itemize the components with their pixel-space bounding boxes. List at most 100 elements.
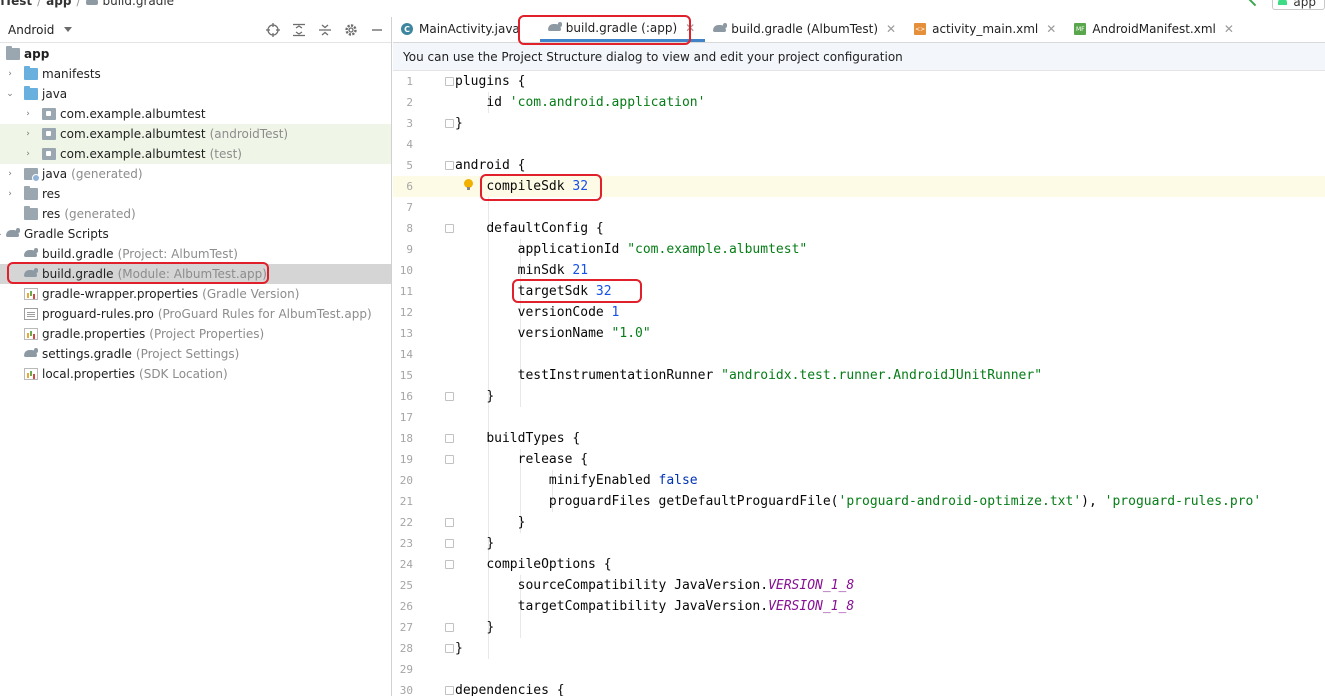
tree-item-hint: (generated) xyxy=(71,167,143,181)
fold-marker-icon[interactable] xyxy=(445,560,454,569)
line-number: 7 xyxy=(406,201,413,214)
tab-label: build.gradle (:app) xyxy=(565,20,678,35)
run-configuration-selector[interactable]: app xyxy=(1272,0,1325,10)
code-line: 5 android { xyxy=(393,155,1325,176)
fold-marker-icon[interactable] xyxy=(445,77,454,86)
fold-marker-icon[interactable] xyxy=(445,686,454,695)
tree-item-package-test[interactable]: › com.example.albumtest (test) xyxy=(0,144,391,164)
tree-item-manifests[interactable]: › manifests xyxy=(0,64,391,84)
close-icon[interactable]: ✕ xyxy=(685,21,695,35)
tree-item-java-generated[interactable]: › java (generated) xyxy=(0,164,391,184)
tree-item-java[interactable]: ⌄ java xyxy=(0,84,391,104)
chevron-down-icon[interactable]: ⌄ xyxy=(0,229,4,239)
class-icon: C xyxy=(401,23,413,35)
tree-item-package[interactable]: › com.example.albumtest xyxy=(0,104,391,124)
tab-android-manifest[interactable]: MF AndroidManifest.xml ✕ xyxy=(1066,16,1244,42)
code-line: 2 id 'com.android.application' xyxy=(393,92,1325,113)
code-line: 27 } xyxy=(393,617,1325,638)
tree-item-gradle-properties[interactable]: gradle.properties (Project Properties) xyxy=(0,324,391,344)
tree-item-build-gradle-project[interactable]: build.gradle (Project: AlbumTest) xyxy=(0,244,391,264)
tab-main-activity[interactable]: C MainActivity.java xyxy=(393,16,530,42)
gradle-icon xyxy=(24,268,38,280)
chevron-right-icon[interactable]: › xyxy=(23,149,33,159)
tab-build-gradle-app[interactable]: build.gradle (:app) ✕ xyxy=(539,16,706,42)
tree-item-build-gradle-module[interactable]: build.gradle (Module: AlbumTest.app) xyxy=(0,264,391,284)
fold-marker-icon[interactable] xyxy=(445,455,454,464)
tree-item-package-android-test[interactable]: › com.example.albumtest (androidTest) xyxy=(0,124,391,144)
line-number: 17 xyxy=(399,411,413,424)
line-number: 6 xyxy=(406,180,413,193)
code-lines: 1 plugins { 2 id 'com.android.applicatio… xyxy=(393,71,1325,696)
code-token: 1 xyxy=(611,305,620,320)
code-token: } xyxy=(517,515,526,530)
editor-tab-bar: C MainActivity.java build.gradle (:app) … xyxy=(393,15,1325,45)
code-token: id xyxy=(486,95,510,110)
tree-item-gradle-scripts[interactable]: ⌄ Gradle Scripts xyxy=(0,224,391,244)
tree-item-res-generated[interactable]: res (generated) xyxy=(0,204,391,224)
tree-item-settings-gradle[interactable]: settings.gradle (Project Settings) xyxy=(0,344,391,364)
fold-marker-icon[interactable] xyxy=(445,161,454,170)
resource-folder-icon xyxy=(24,186,38,200)
line-number: 27 xyxy=(399,621,413,634)
code-token: targetCompatibility JavaVersion. xyxy=(517,599,769,614)
chevron-right-icon[interactable]: › xyxy=(5,169,15,179)
tree-item-local-properties[interactable]: local.properties (SDK Location) xyxy=(0,364,391,384)
code-text: release { xyxy=(455,452,588,467)
select-opened-file-icon[interactable] xyxy=(264,21,281,38)
code-token: minSdk xyxy=(517,263,573,278)
line-number: 13 xyxy=(399,327,413,340)
code-token: 'proguard-rules.pro' xyxy=(1104,494,1262,509)
code-text: } xyxy=(455,641,463,656)
fold-marker-icon[interactable] xyxy=(445,392,454,401)
line-number: 11 xyxy=(399,285,413,298)
fold-marker-icon[interactable] xyxy=(445,539,454,548)
chevron-right-icon[interactable]: › xyxy=(5,69,15,79)
code-editor[interactable]: 1 plugins { 2 id 'com.android.applicatio… xyxy=(393,71,1325,696)
close-icon[interactable]: ✕ xyxy=(886,22,896,36)
fold-marker-icon[interactable] xyxy=(445,224,454,233)
code-token: plugins { xyxy=(455,74,526,89)
chevron-down-icon xyxy=(64,27,73,32)
expand-all-icon[interactable] xyxy=(290,21,307,38)
line-number: 3 xyxy=(406,117,413,130)
breadcrumb-file[interactable]: build.gradle xyxy=(103,0,175,8)
breadcrumb-project[interactable]: mTest xyxy=(0,0,32,8)
tree-item-app[interactable]: app xyxy=(0,44,391,64)
code-token: minifyEnabled xyxy=(548,473,659,488)
code-line: 23 } xyxy=(393,533,1325,554)
fold-marker-icon[interactable] xyxy=(445,644,454,653)
tab-activity-main-xml[interactable]: <> activity_main.xml ✕ xyxy=(906,16,1066,42)
breadcrumb-module[interactable]: app xyxy=(46,0,71,8)
tree-item-label: res xyxy=(42,207,61,221)
close-icon[interactable]: ✕ xyxy=(1224,22,1234,36)
tab-label: MainActivity.java xyxy=(419,22,520,36)
tree-item-proguard-rules[interactable]: proguard-rules.pro (ProGuard Rules for A… xyxy=(0,304,391,324)
code-text: dependencies { xyxy=(455,683,565,696)
code-token: "androidx.test.runner.AndroidJUnitRunner… xyxy=(721,368,1043,383)
minimize-icon[interactable] xyxy=(368,21,385,38)
tree-item-res[interactable]: › res xyxy=(0,184,391,204)
code-line: 9 applicationId "com.example.albumtest" xyxy=(393,239,1325,260)
fold-marker-icon[interactable] xyxy=(445,518,454,527)
chevron-right-icon[interactable]: › xyxy=(5,189,15,199)
tab-build-gradle-project[interactable]: build.gradle (AlbumTest) ✕ xyxy=(705,16,906,42)
chevron-right-icon[interactable]: › xyxy=(23,129,33,139)
tree-item-gradle-wrapper[interactable]: gradle-wrapper.properties (Gradle Versio… xyxy=(0,284,391,304)
chevron-down-icon[interactable]: ⌄ xyxy=(5,89,15,99)
fold-marker-icon[interactable] xyxy=(445,119,454,128)
gear-icon[interactable] xyxy=(342,21,359,38)
fold-marker-icon[interactable] xyxy=(445,434,454,443)
code-line: 26 targetCompatibility JavaVersion.VERSI… xyxy=(393,596,1325,617)
chevron-right-icon[interactable]: › xyxy=(23,109,33,119)
close-icon[interactable]: ✕ xyxy=(1046,22,1056,36)
tab-label: activity_main.xml xyxy=(932,22,1039,36)
project-view-selector[interactable]: Android xyxy=(8,23,73,37)
properties-file-icon xyxy=(24,328,38,340)
make-project-hammer-icon[interactable] xyxy=(1248,0,1262,7)
code-line: 29 xyxy=(393,659,1325,680)
collapse-all-icon[interactable] xyxy=(316,21,333,38)
code-token: dependencies { xyxy=(455,683,565,696)
tree-item-label: app xyxy=(24,47,50,61)
fold-marker-icon[interactable] xyxy=(445,623,454,632)
code-text: versionCode 1 xyxy=(455,305,620,320)
